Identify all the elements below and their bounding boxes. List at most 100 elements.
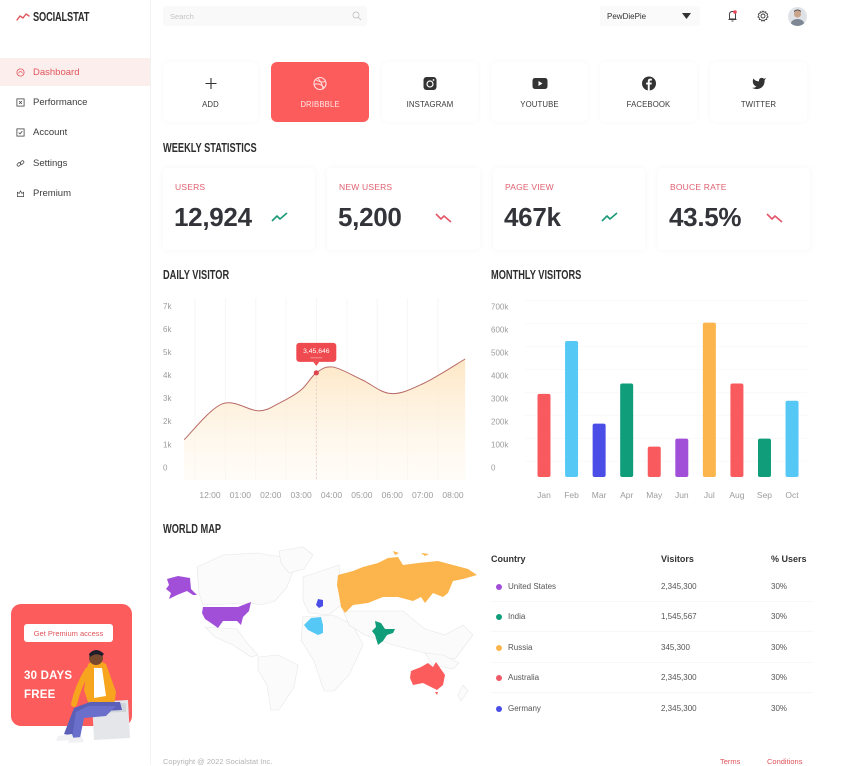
sidebar-item-account[interactable]: Account: [0, 118, 150, 146]
tile-twitter[interactable]: TWITTER: [710, 62, 807, 122]
bar-jan[interactable]: [537, 393, 551, 477]
x-tick-label: 03:00: [290, 490, 312, 500]
logo[interactable]: SOCIALSTAT: [16, 9, 109, 25]
new-zealand-shape: [457, 684, 469, 702]
data-point[interactable]: [461, 355, 469, 363]
area-fill: [184, 359, 466, 480]
y-tick-label: 7k: [163, 302, 172, 311]
x-tick-label: 04:00: [321, 490, 343, 500]
visitor-count: 2,345,300: [661, 704, 697, 713]
bar-jul[interactable]: [702, 322, 716, 477]
plus-icon: [205, 78, 216, 89]
column-header-visitors[interactable]: Visitors: [661, 554, 694, 564]
russia-highlight[interactable]: [337, 551, 477, 613]
x-tick-label: Jun: [675, 490, 689, 500]
tile-dribbble[interactable]: DRIBBBLE: [271, 62, 369, 122]
stat-card-new-users: NEW USERS 5,200: [327, 168, 480, 250]
dribbble-icon: [313, 76, 327, 91]
users-percent: 30%: [771, 612, 788, 621]
stat-value: 467k: [504, 202, 561, 232]
y-tick-label: 4k: [163, 371, 172, 380]
trend-up-icon: [271, 212, 288, 222]
highlight-point[interactable]: [313, 370, 319, 376]
x-tick-label: 06:00: [382, 490, 404, 500]
tile-instagram[interactable]: INSTAGRAM: [382, 62, 478, 122]
country-name: Australia: [508, 673, 540, 682]
table-row[interactable]: India 1,545,567 30%: [491, 602, 813, 632]
sidebar-item-performance[interactable]: Performance: [0, 88, 150, 116]
avatar[interactable]: [788, 7, 807, 26]
x-tick-label: 12:00: [199, 490, 221, 500]
sidebar-item-label: Premium: [33, 187, 72, 199]
tooltip-value: 3,45,646: [303, 348, 330, 355]
account-dropdown[interactable]: PewDiePie: [600, 6, 700, 26]
usa-highlight[interactable]: [202, 602, 251, 628]
tile-label: TWITTER: [740, 100, 777, 109]
tile-facebook[interactable]: FACEBOOK: [600, 62, 697, 122]
y-tick-label: 700k: [491, 303, 509, 312]
search-icon[interactable]: [352, 11, 362, 21]
bar-mar[interactable]: [592, 423, 606, 477]
country-name: United States: [508, 582, 557, 591]
trend-down-icon: [435, 213, 452, 223]
bar-oct[interactable]: [785, 400, 799, 477]
data-point[interactable]: [387, 390, 395, 398]
trend-line-icon: [16, 13, 30, 21]
sidebar-item-premium[interactable]: Premium: [0, 179, 150, 207]
bar-may[interactable]: [647, 446, 661, 477]
data-point[interactable]: [255, 407, 263, 415]
data-point[interactable]: [297, 386, 305, 394]
stat-card-bounce-rate: BOUCE RATE 43.5%: [658, 168, 810, 250]
data-point[interactable]: [329, 363, 337, 371]
stat-card-page-view: PAGE VIEW 467k: [493, 168, 645, 250]
data-point[interactable]: [358, 376, 366, 384]
sidebar-item-settings[interactable]: Settings: [0, 149, 150, 177]
stat-label: BOUCE RATE: [670, 182, 727, 192]
get-premium-button[interactable]: Get Premium access: [24, 624, 113, 642]
sidebar-item-dashboard[interactable]: Dashboard: [0, 58, 150, 86]
daily-visitor-chart: 0 1k 2k 3k 4k 5k 6k 7k 3,45,646 12:00 01:00 02:00 03…: [163, 298, 469, 500]
notification-bell-icon[interactable]: [727, 9, 738, 23]
users-percent: 30%: [771, 582, 788, 591]
stat-card-users: USERS 12,924: [163, 168, 315, 250]
data-point[interactable]: [276, 399, 284, 407]
country-name: Russia: [508, 643, 533, 652]
table-row[interactable]: Germany 2,345,300 30%: [491, 694, 813, 724]
table-row[interactable]: United States 2,345,300 30%: [491, 572, 813, 602]
country-color-dot: [496, 614, 502, 620]
x-tick-label: 07:00: [412, 490, 434, 500]
link-icon: [16, 159, 25, 167]
y-tick-label: 5k: [163, 348, 172, 357]
column-header-pct-users[interactable]: % Users: [771, 554, 807, 564]
canada-shape: [196, 552, 294, 606]
bar-apr[interactable]: [620, 383, 634, 477]
tile-add[interactable]: ADD: [163, 62, 258, 122]
data-point[interactable]: [419, 380, 427, 388]
gear-icon[interactable]: [757, 10, 769, 22]
data-point[interactable]: [180, 436, 188, 444]
chevron-down-icon: [682, 13, 691, 19]
bar-jun[interactable]: [675, 438, 689, 477]
visitor-count: 1,545,567: [661, 612, 697, 621]
country-name: Germany: [508, 704, 541, 713]
sidebar-item-label: Settings: [33, 157, 68, 169]
bar-aug[interactable]: [730, 383, 744, 477]
table-row[interactable]: Russia 345,300 30%: [491, 633, 813, 663]
tile-label: INSTAGRAM: [406, 100, 454, 109]
data-point[interactable]: [218, 400, 226, 408]
country-color-dot: [496, 706, 502, 712]
tile-youtube[interactable]: YOUTUBE: [491, 62, 588, 122]
search-input[interactable]: [163, 6, 343, 26]
column-header-country[interactable]: Country: [491, 554, 526, 564]
australia-highlight[interactable]: [410, 662, 445, 695]
instagram-icon: [423, 77, 437, 90]
sidebar-item-label: Account: [33, 126, 68, 138]
country-color-dot: [496, 675, 502, 681]
visitor-count: 2,345,300: [661, 673, 697, 682]
alaska-highlight[interactable]: [166, 576, 197, 599]
bar-sep[interactable]: [757, 438, 771, 477]
bar-feb[interactable]: [565, 341, 579, 477]
tooltip-pointer: [313, 361, 320, 366]
table-row[interactable]: Australia 2,345,300 30%: [491, 663, 813, 693]
y-tick-label: 200k: [491, 417, 509, 426]
